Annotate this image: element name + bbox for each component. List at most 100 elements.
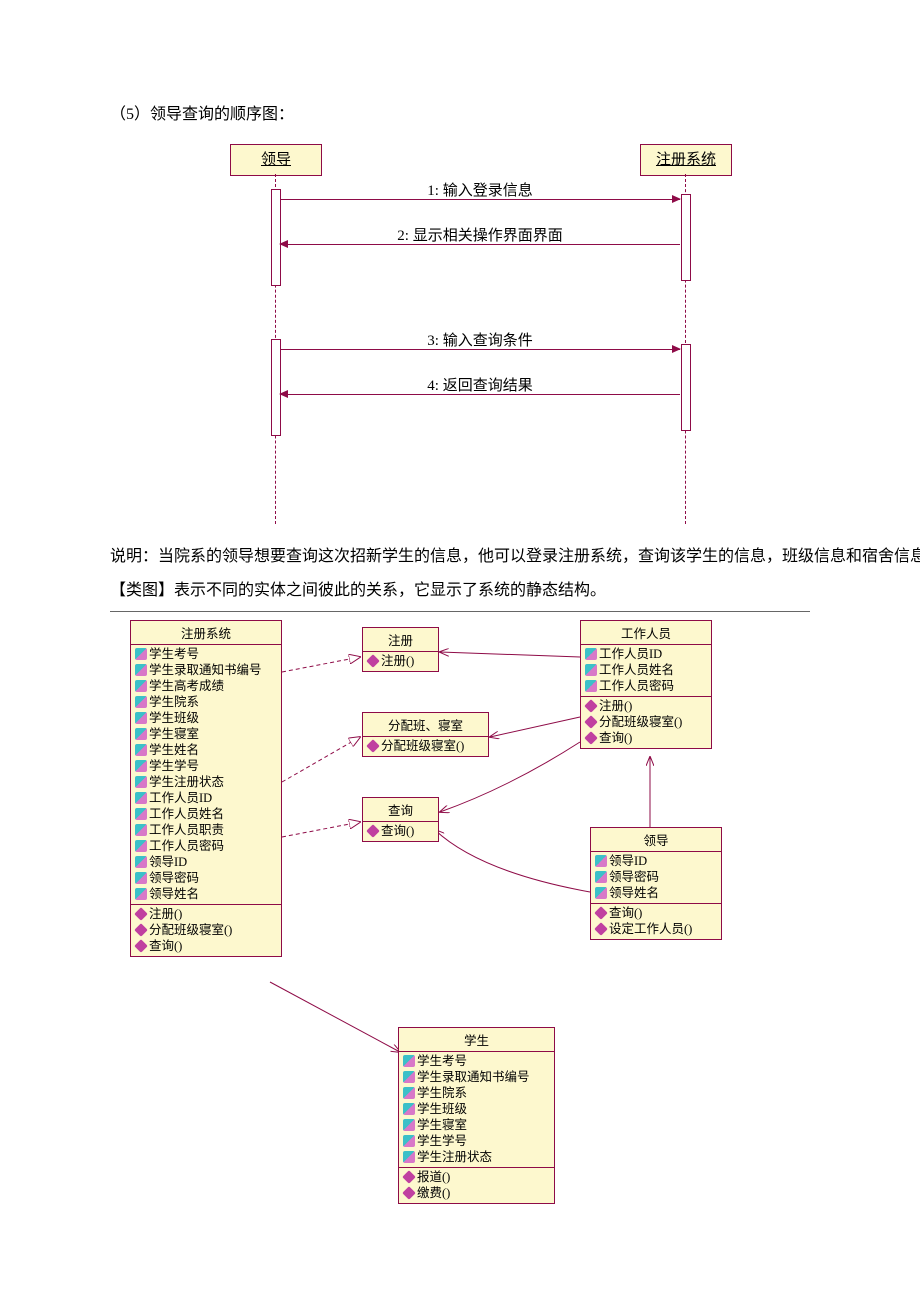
attrs: 学生考号学生录取通知书编号学生高考成绩学生院系学生班级学生寝室学生姓名学生学号学…	[131, 645, 281, 905]
msg-label: 1: 输入登录信息	[280, 179, 680, 200]
attribute-icon	[135, 744, 147, 756]
operation-icon	[134, 923, 148, 937]
ops: 注册()分配班级寝室()查询()	[131, 905, 281, 956]
class-member: 报道()	[403, 1169, 550, 1185]
activation	[681, 194, 691, 281]
attribute-icon	[135, 760, 147, 772]
attribute-icon	[135, 824, 147, 836]
msg-label: 2: 显示相关操作界面界面	[280, 224, 680, 245]
attribute-icon	[135, 680, 147, 692]
class-member: 工作人员密码	[585, 678, 707, 694]
operation-icon	[594, 922, 608, 936]
class-member: 缴费()	[403, 1185, 550, 1201]
seq-msg-3: 3: 输入查询条件	[280, 349, 680, 350]
attribute-icon	[403, 1055, 415, 1067]
operation-icon	[584, 699, 598, 713]
attribute-icon	[585, 664, 597, 676]
attribute-icon	[135, 664, 147, 676]
attribute-icon	[403, 1071, 415, 1083]
activation	[681, 344, 691, 431]
operation-icon	[402, 1170, 416, 1184]
class-member: 注册()	[585, 698, 707, 714]
ops: 报道()缴费()	[399, 1168, 554, 1203]
class-member: 工作人员姓名	[135, 806, 277, 822]
operation-icon	[594, 906, 608, 920]
class-member: 学生注册状态	[403, 1149, 550, 1165]
class-student: 学生 学生考号学生录取通知书编号学生院系学生班级学生寝室学生学号学生注册状态 报…	[398, 1027, 555, 1204]
class-member: 查询()	[585, 730, 707, 746]
section-title: （5）领导查询的顺序图：	[110, 100, 920, 124]
class-member: 领导密码	[595, 869, 717, 885]
class-member: 学生录取通知书编号	[135, 662, 277, 678]
class-member: 学生寝室	[403, 1117, 550, 1133]
attribute-icon	[135, 728, 147, 740]
class-member: 分配班级寝室()	[135, 922, 277, 938]
class-member: 注册()	[367, 653, 434, 669]
sequence-diagram: 领导 注册系统 1: 输入登录信息 2: 显示相关操作界面界面 3: 输入查询条…	[170, 144, 760, 524]
attrs: 领导ID领导密码领导姓名	[591, 852, 721, 904]
class-member: 学生录取通知书编号	[403, 1069, 550, 1085]
class-member: 领导ID	[135, 854, 277, 870]
class-member: 查询()	[595, 905, 717, 921]
class-regsys: 注册系统 学生考号学生录取通知书编号学生高考成绩学生院系学生班级学生寝室学生姓名…	[130, 620, 282, 957]
attribute-icon	[585, 648, 597, 660]
explanation-1: 说明：当院系的领导想要查询这次招新学生的信息，他可以登录注册系统，查询该学生的信…	[110, 544, 920, 570]
class-title: 工作人员	[581, 621, 711, 645]
class-query: 查询 查询()	[362, 797, 439, 842]
msg-label: 4: 返回查询结果	[280, 374, 680, 395]
class-title: 分配班、寝室	[363, 713, 488, 737]
class-member: 学生学号	[135, 758, 277, 774]
class-member: 注册()	[135, 906, 277, 922]
operation-icon	[402, 1186, 416, 1200]
class-member: 工作人员姓名	[585, 662, 707, 678]
class-member: 分配班级寝室()	[367, 738, 484, 754]
class-register: 注册 注册()	[362, 627, 439, 672]
attribute-icon	[135, 856, 147, 868]
seq-msg-2: 2: 显示相关操作界面界面	[280, 244, 680, 245]
attribute-icon	[403, 1087, 415, 1099]
explanation-2: 【类图】表示不同的实体之间彼此的关系，它显示了系统的静态结构。	[110, 578, 920, 604]
attribute-icon	[135, 888, 147, 900]
seq-object-system: 注册系统	[640, 144, 732, 176]
class-member: 设定工作人员()	[595, 921, 717, 937]
attribute-icon	[585, 680, 597, 692]
operation-icon	[366, 654, 380, 668]
attribute-icon	[403, 1103, 415, 1115]
class-member: 学生院系	[403, 1085, 550, 1101]
operation-icon	[366, 739, 380, 753]
operation-icon	[134, 939, 148, 953]
attribute-icon	[135, 840, 147, 852]
attribute-icon	[135, 792, 147, 804]
ops: 注册()	[363, 652, 438, 671]
class-member: 工作人员职责	[135, 822, 277, 838]
attribute-icon	[135, 648, 147, 660]
class-member: 工作人员ID	[135, 790, 277, 806]
seq-msg-1: 1: 输入登录信息	[280, 199, 680, 200]
class-title: 查询	[363, 798, 438, 822]
class-member: 领导姓名	[595, 885, 717, 901]
attribute-icon	[135, 872, 147, 884]
attribute-icon	[135, 808, 147, 820]
operation-icon	[366, 824, 380, 838]
attribute-icon	[403, 1151, 415, 1163]
class-member: 领导ID	[595, 853, 717, 869]
class-member: 查询()	[135, 938, 277, 954]
attrs: 工作人员ID工作人员姓名工作人员密码	[581, 645, 711, 697]
seq-msg-4: 4: 返回查询结果	[280, 394, 680, 395]
class-member: 学生姓名	[135, 742, 277, 758]
attribute-icon	[403, 1135, 415, 1147]
ops: 查询()设定工作人员()	[591, 904, 721, 939]
class-title: 领导	[591, 828, 721, 852]
class-member: 工作人员密码	[135, 838, 277, 854]
class-member: 分配班级寝室()	[585, 714, 707, 730]
attribute-icon	[595, 887, 607, 899]
attribute-icon	[135, 776, 147, 788]
class-member: 领导姓名	[135, 886, 277, 902]
ops: 分配班级寝室()	[363, 737, 488, 756]
operation-icon	[134, 907, 148, 921]
class-member: 学生注册状态	[135, 774, 277, 790]
class-title: 注册	[363, 628, 438, 652]
class-member: 学生考号	[403, 1053, 550, 1069]
attribute-icon	[403, 1119, 415, 1131]
class-member: 工作人员ID	[585, 646, 707, 662]
